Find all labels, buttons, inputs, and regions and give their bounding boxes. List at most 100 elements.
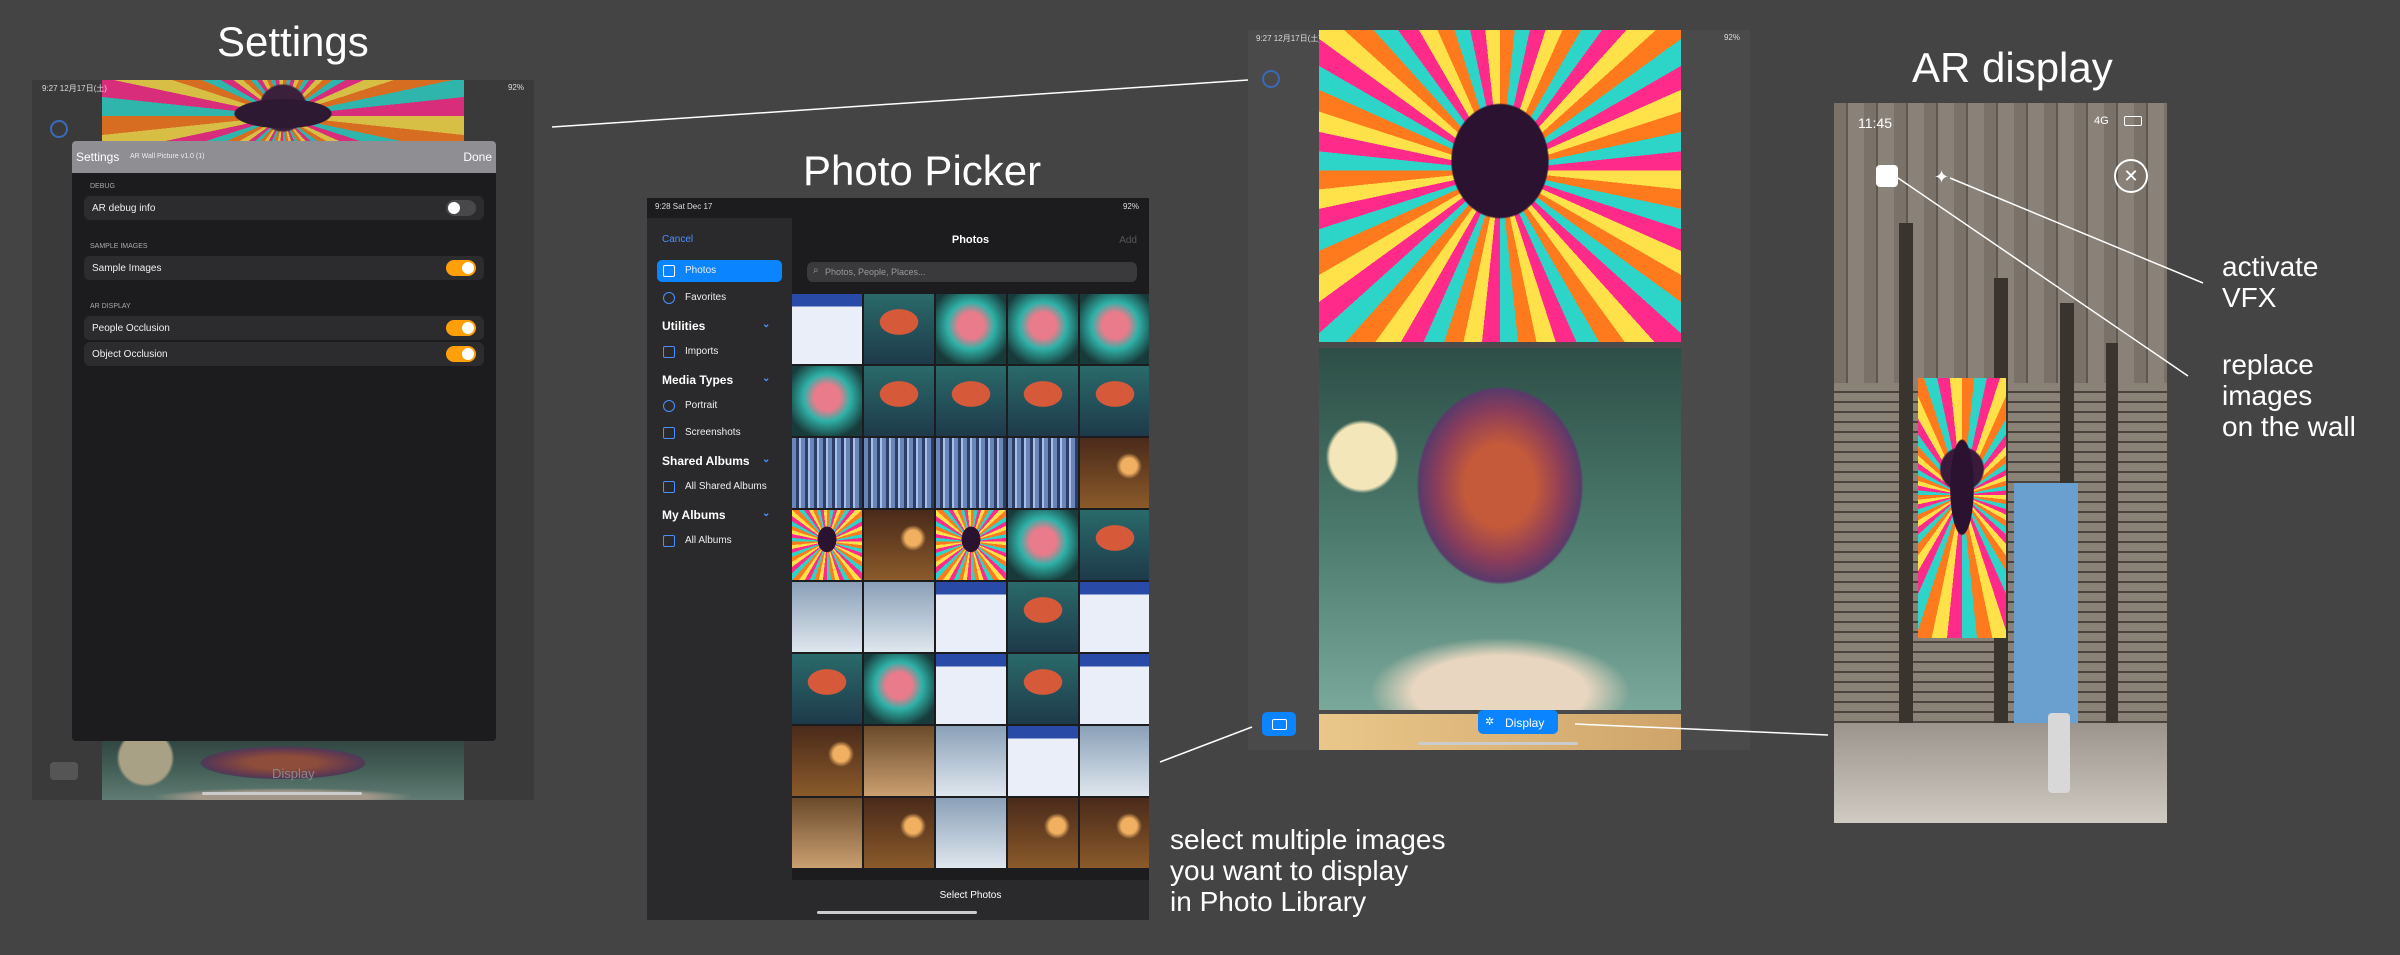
photo-grid [792, 294, 1149, 880]
status-signal: 4G [2094, 115, 2109, 127]
photo-picker-screen: 9:28 Sat Dec 17 92% Cancel Photos Favori… [647, 198, 1149, 920]
photo-thumbnail[interactable] [1008, 366, 1078, 436]
photo-thumbnail[interactable] [864, 654, 934, 724]
sidebar-item-screenshots[interactable]: Screenshots [657, 422, 782, 444]
home-indicator [1418, 742, 1578, 745]
photo-thumbnail[interactable] [936, 294, 1006, 364]
photo-thumbnail[interactable] [864, 798, 934, 868]
add-button[interactable]: Add [1119, 235, 1137, 246]
photo-thumbnail[interactable] [936, 582, 1006, 652]
vfx-sparkle-icon[interactable]: ✦ [1934, 167, 1949, 188]
photo-thumbnail[interactable] [864, 510, 934, 580]
people-occlusion-toggle[interactable] [446, 320, 476, 336]
photo-thumbnail[interactable] [1080, 510, 1149, 580]
photo-thumbnail[interactable] [1008, 510, 1078, 580]
photo-thumbnail[interactable] [792, 798, 862, 868]
chevron-down-icon: ⌄ [762, 454, 771, 465]
caption-select-multiple: select multiple images you want to displ… [1170, 824, 1446, 917]
status-time: 11:45 [1858, 115, 1892, 131]
section-header: SAMPLE IMAGES [90, 243, 148, 250]
sidebar-item-all-shared-albums[interactable]: All Shared Albums [657, 476, 782, 498]
photo-thumbnail[interactable] [1008, 654, 1078, 724]
photo-thumbnail[interactable] [1080, 438, 1149, 508]
replace-images-icon[interactable] [1876, 165, 1898, 187]
status-time: 9:28 Sat Dec 17 [655, 202, 713, 211]
wall-image-cat[interactable] [1319, 30, 1681, 342]
display-button[interactable]: Display [272, 766, 315, 781]
photo-thumbnail[interactable] [1080, 726, 1149, 796]
bollard [2048, 713, 2070, 793]
photo-thumbnail[interactable] [792, 294, 862, 364]
sidebar-item-portrait[interactable]: Portrait [657, 395, 782, 417]
photo-thumbnail[interactable] [936, 798, 1006, 868]
wall-pillar [2106, 343, 2118, 763]
photo-thumbnail[interactable] [936, 366, 1006, 436]
photo-thumbnail[interactable] [864, 582, 934, 652]
battery-icon [2124, 116, 2142, 126]
picker-title: Photos [951, 234, 990, 246]
photo-thumbnail[interactable] [1080, 582, 1149, 652]
photo-thumbnail[interactable] [864, 366, 934, 436]
close-icon[interactable]: ✕ [2114, 159, 2148, 193]
photo-thumbnail[interactable] [1008, 798, 1078, 868]
sidebar-item-imports[interactable]: Imports [657, 341, 782, 363]
photo-thumbnail[interactable] [936, 438, 1006, 508]
status-battery: 92% [507, 83, 524, 92]
toggle-row-sample-images[interactable]: Sample Images [84, 256, 484, 280]
photo-thumbnail[interactable] [864, 294, 934, 364]
photo-thumbnail[interactable] [1008, 726, 1078, 796]
sidebar-item-label: All Albums [685, 535, 732, 546]
row-label: AR debug info [92, 203, 156, 214]
display-button[interactable]: ✲ Display [1478, 710, 1558, 734]
photos-icon [1272, 719, 1287, 730]
photo-thumbnail[interactable] [864, 726, 934, 796]
toggle-row-object-occlusion[interactable]: Object Occlusion [84, 342, 484, 366]
toggle-row-ar-debug[interactable]: AR debug info [84, 196, 484, 220]
sidebar-section-utilities[interactable]: Utilities ⌄ [662, 319, 770, 333]
photo-thumbnail[interactable] [792, 438, 862, 508]
sidebar-item-photos[interactable]: Photos [657, 260, 782, 282]
object-occlusion-toggle[interactable] [446, 346, 476, 362]
sidebar-section-media-types[interactable]: Media Types ⌄ [662, 373, 770, 387]
sample-images-toggle[interactable] [446, 260, 476, 276]
photo-library-button[interactable] [50, 762, 78, 780]
sidebar-item-all-albums[interactable]: All Albums [657, 530, 782, 552]
ar-debug-toggle[interactable] [446, 200, 476, 216]
photo-thumbnail[interactable] [792, 366, 862, 436]
photo-thumbnail[interactable] [936, 654, 1006, 724]
photo-thumbnail[interactable] [1080, 366, 1149, 436]
photo-thumbnail[interactable] [1008, 582, 1078, 652]
cancel-button[interactable]: Cancel [662, 234, 693, 245]
done-button[interactable]: Done [463, 150, 492, 164]
photo-thumbnail[interactable] [792, 654, 862, 724]
photo-thumbnail[interactable] [936, 510, 1006, 580]
sidebar-section-my-albums[interactable]: My Albums ⌄ [662, 508, 770, 522]
sheet-header: Settings AR Wall Picture v1.0 (1) Done [72, 141, 496, 173]
photo-thumbnail[interactable] [1008, 438, 1078, 508]
settings-gear-icon[interactable] [50, 120, 68, 138]
wall-image-balloon[interactable] [1319, 348, 1681, 710]
photo-thumbnail[interactable] [1080, 798, 1149, 868]
sidebar-section-shared-albums[interactable]: Shared Albums ⌄ [662, 454, 770, 468]
search-input[interactable]: ⌕ Photos, People, Places... [807, 262, 1137, 282]
photo-thumbnail[interactable] [1008, 294, 1078, 364]
display-button-label: Display [1505, 716, 1545, 730]
ground [1834, 723, 2167, 823]
photo-thumbnail[interactable] [1080, 654, 1149, 724]
photo-thumbnail[interactable] [792, 582, 862, 652]
photo-thumbnail[interactable] [1080, 294, 1149, 364]
photo-library-button[interactable] [1262, 712, 1296, 736]
settings-gear-icon[interactable] [1262, 70, 1280, 88]
photo-thumbnail[interactable] [936, 726, 1006, 796]
connector-line [1159, 726, 1253, 763]
chevron-down-icon: ⌄ [762, 319, 771, 330]
imports-icon [663, 346, 675, 358]
photo-thumbnail[interactable] [792, 510, 862, 580]
select-photos-button[interactable]: Select Photos [792, 890, 1149, 901]
row-label: Object Occlusion [92, 349, 168, 360]
photo-thumbnail[interactable] [864, 438, 934, 508]
wall-pillar [1899, 223, 1913, 743]
toggle-row-people-occlusion[interactable]: People Occlusion [84, 316, 484, 340]
sidebar-item-favorites[interactable]: Favorites [657, 287, 782, 309]
photo-thumbnail[interactable] [792, 726, 862, 796]
